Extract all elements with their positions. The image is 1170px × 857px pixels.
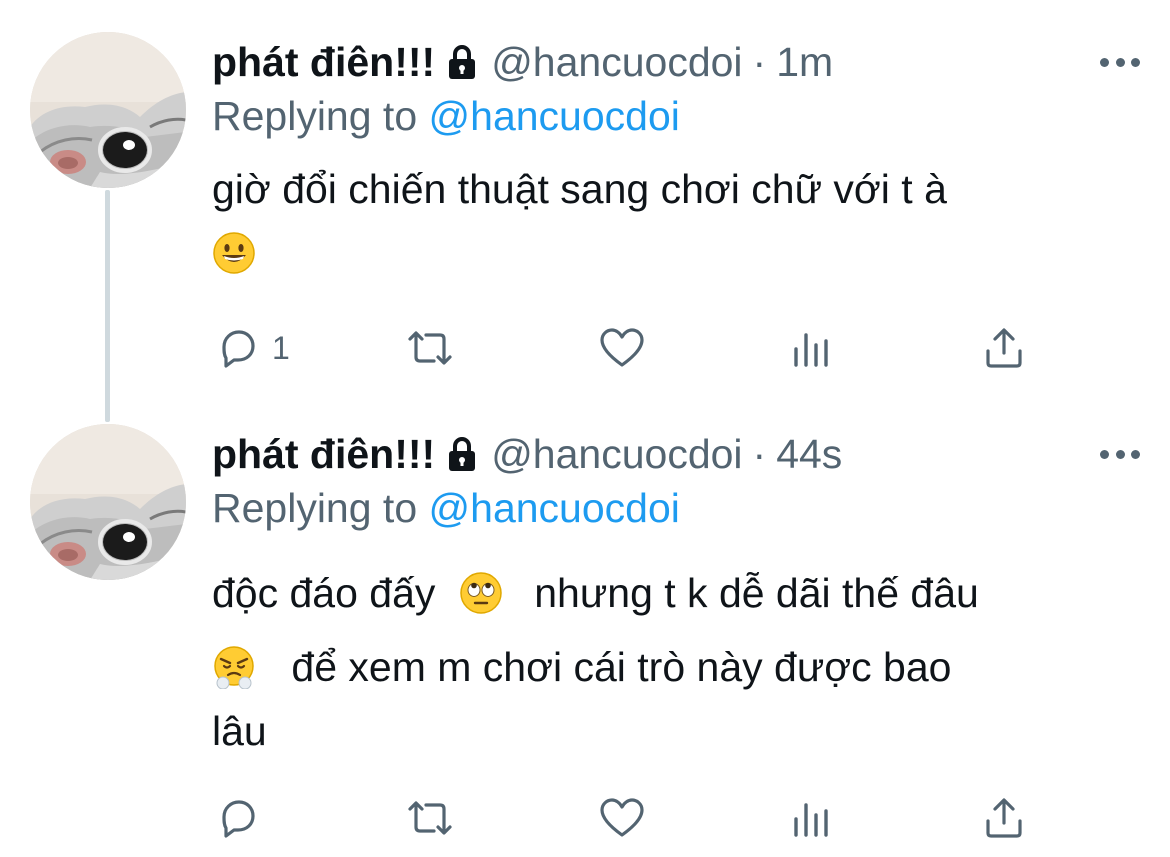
tweet-2[interactable]: phát điên!!! @hancuocdoi · 44s Replying … bbox=[0, 0, 1170, 857]
like-icon bbox=[600, 798, 644, 837]
timestamp[interactable]: 44s bbox=[776, 429, 842, 479]
tweet-header: phát điên!!! @hancuocdoi · 44s bbox=[212, 429, 842, 479]
reply-button[interactable] bbox=[214, 788, 272, 848]
replying-to: Replying to @hancuocdoi bbox=[212, 483, 680, 533]
retweet-icon bbox=[408, 801, 452, 835]
mention-link[interactable]: @hancuocdoi bbox=[429, 485, 680, 531]
tweet-text-segment: nhưng t k dễ dãi thế đâu bbox=[534, 570, 979, 616]
lock-icon bbox=[449, 437, 476, 471]
steam-nose-emoji bbox=[214, 646, 254, 690]
tweet-text-segment: độc đáo đấy bbox=[212, 570, 436, 616]
replying-prefix: Replying to bbox=[212, 485, 429, 531]
tweet-text-segment: để xem m chơi cái trò này được bao bbox=[291, 644, 952, 690]
tweet-text-line: độc đáo đấy nhưng t k dễ dãi thế đâu bbox=[212, 568, 979, 618]
user-handle[interactable]: @hancuocdoi bbox=[491, 429, 742, 479]
eye-roll-emoji bbox=[460, 572, 502, 614]
tweet-text-line: lâu bbox=[212, 708, 267, 754]
avatar[interactable] bbox=[30, 424, 186, 580]
share-icon bbox=[986, 798, 1022, 838]
share-button[interactable] bbox=[982, 788, 1026, 848]
separator-dot: · bbox=[752, 431, 767, 477]
views-icon bbox=[794, 803, 828, 837]
views-button[interactable] bbox=[790, 788, 834, 848]
reply-icon bbox=[222, 800, 255, 838]
tweet-actions bbox=[0, 788, 1170, 848]
retweet-button[interactable] bbox=[402, 788, 458, 848]
like-button[interactable] bbox=[598, 788, 646, 848]
display-name[interactable]: phát điên!!! bbox=[212, 429, 435, 479]
tweet-text-line: để xem m chơi cái trò này được bao bbox=[212, 642, 951, 692]
more-icon[interactable] bbox=[1100, 444, 1140, 464]
